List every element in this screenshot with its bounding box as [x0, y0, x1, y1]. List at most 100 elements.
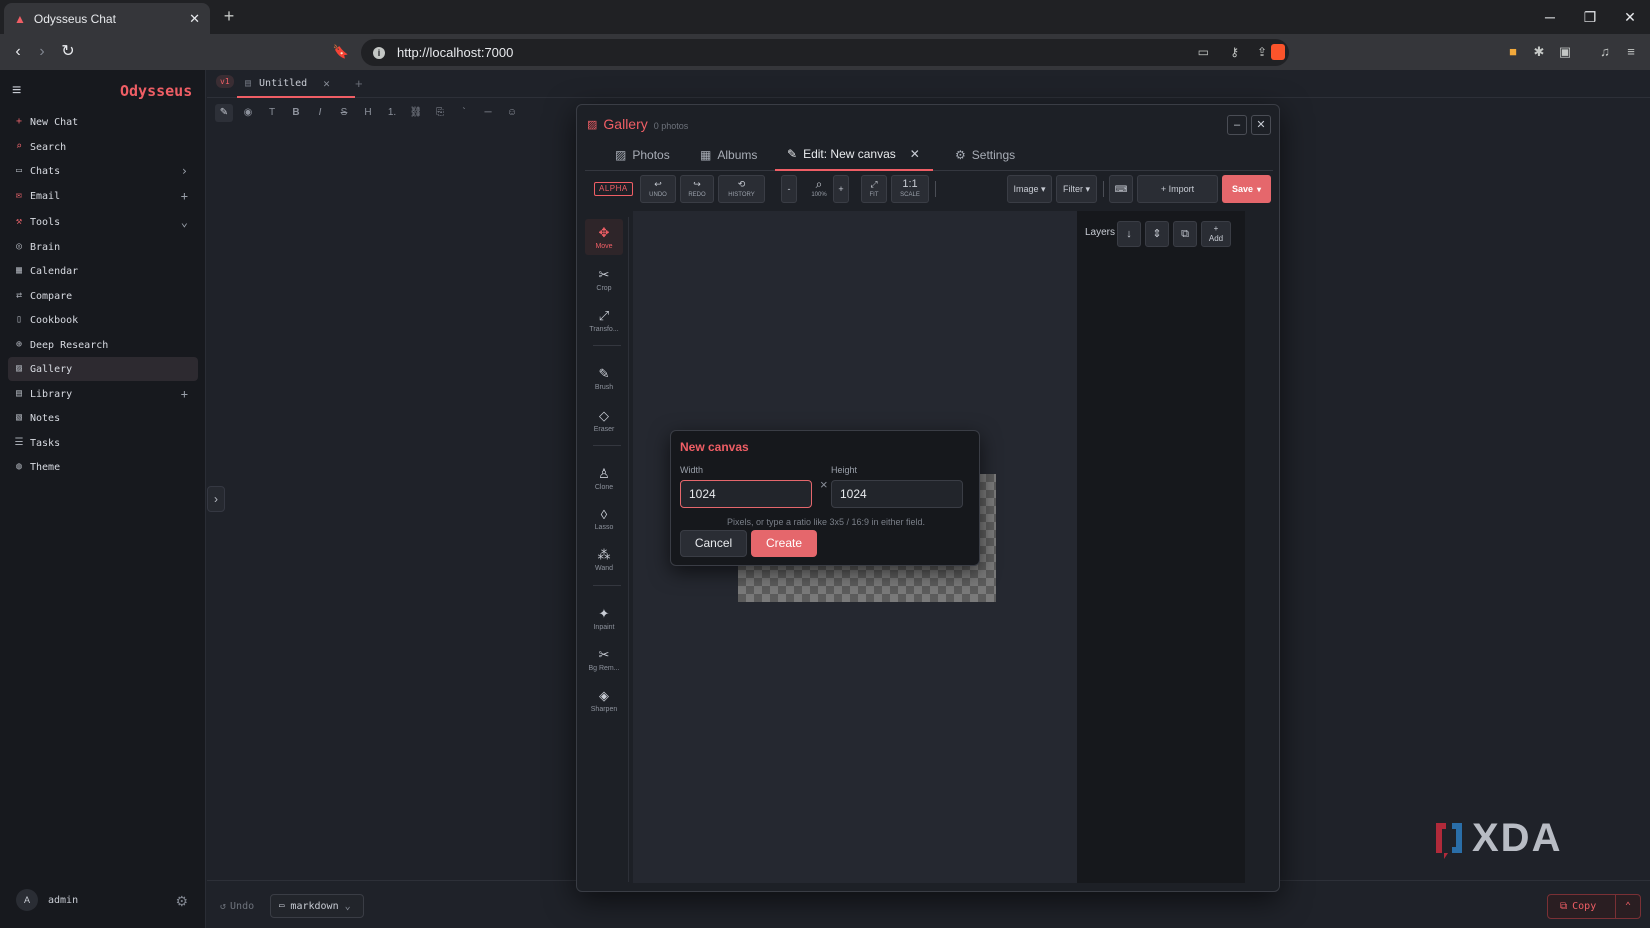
sidebar-item-trail-icon[interactable]: ⌄: [181, 215, 188, 229]
create-button[interactable]: Create: [751, 530, 817, 557]
tool-move[interactable]: ✥ Move: [585, 219, 623, 255]
filter-menu-button[interactable]: Filter ▾: [1056, 175, 1097, 203]
sidebar-item-cookbook[interactable]: ▯ Cookbook: [8, 308, 198, 332]
reload-button[interactable]: ↻: [59, 43, 77, 61]
copy-dropdown-icon[interactable]: ⌃: [1616, 901, 1640, 912]
add-layer-button[interactable]: + Add: [1201, 221, 1231, 247]
maximize-window-button[interactable]: ❐: [1580, 8, 1600, 26]
horizontal-rule-icon[interactable]: ─: [479, 104, 497, 122]
undo-tool-button[interactable]: ↩ UNDO: [640, 175, 676, 203]
import-button[interactable]: + Import: [1137, 175, 1218, 203]
minimize-window-button[interactable]: ─: [1540, 8, 1560, 26]
code-icon[interactable]: `: [455, 104, 473, 122]
close-gallery-button[interactable]: ✕: [1251, 115, 1271, 135]
sidebar-item-compare[interactable]: ⇄ Compare: [8, 284, 198, 308]
mode-select[interactable]: ▭ markdown ⌄: [270, 894, 364, 918]
new-tab-button[interactable]: +: [220, 7, 238, 26]
tool-wand[interactable]: ⁂ Wand: [585, 541, 623, 577]
sidebar-item-brain[interactable]: ◎ Brain: [8, 235, 198, 259]
sidebar-item-tasks[interactable]: ☰ Tasks: [8, 431, 198, 455]
tool-transfo[interactable]: ⤢ Transfo...: [585, 302, 623, 338]
bold-icon[interactable]: B: [287, 104, 305, 122]
share-icon[interactable]: ⇪: [1257, 45, 1267, 59]
copy-button[interactable]: ⧉ Copy ⌃: [1547, 894, 1641, 919]
tab-settings[interactable]: ⚙ Settings: [955, 139, 1015, 171]
tab-photos[interactable]: ▨ Photos: [615, 139, 670, 171]
text-style-icon[interactable]: T: [263, 104, 281, 122]
browser-tab[interactable]: ▲ Odysseus Chat ✕: [4, 3, 210, 34]
extensions-icon[interactable]: ✱: [1530, 43, 1548, 61]
sidebar-item-notes[interactable]: ▧ Notes: [8, 406, 198, 430]
bookmark-icon[interactable]: 🔖: [332, 43, 350, 61]
zoom-in-button[interactable]: +: [833, 175, 849, 203]
strikethrough-icon[interactable]: S: [335, 104, 353, 122]
tool-lasso[interactable]: ◊ Lasso: [585, 501, 623, 537]
history-button[interactable]: ⟲ HISTORY: [718, 175, 765, 203]
tool-inpaint[interactable]: ✦ Inpaint: [585, 600, 623, 636]
tool-bg-rem[interactable]: ✂ Bg Rem...: [585, 641, 623, 677]
document-tab[interactable]: ▤ Untitled ✕: [237, 70, 355, 98]
tab-edit[interactable]: ✎ Edit: New canvas ✕: [775, 139, 933, 171]
site-info-icon[interactable]: i: [373, 46, 385, 59]
emoji-icon[interactable]: ☺: [503, 104, 521, 122]
scale-button[interactable]: 1:1 SCALE: [891, 175, 929, 203]
sidebar-item-trail-icon[interactable]: +: [181, 189, 188, 203]
close-tab-icon[interactable]: ✕: [189, 11, 200, 27]
sidebar-item-search[interactable]: ⌕ Search: [8, 135, 198, 159]
gear-icon[interactable]: ⚙: [175, 893, 188, 910]
merge-layer-icon[interactable]: ⇕: [1145, 221, 1169, 247]
sidebar-item-email[interactable]: ✉ Email +: [8, 184, 198, 208]
cast-icon[interactable]: ▭: [1198, 45, 1209, 59]
image-menu-button[interactable]: Image ▾: [1007, 175, 1052, 203]
menu-icon[interactable]: ≡: [1622, 43, 1640, 61]
italic-icon[interactable]: I: [311, 104, 329, 122]
sidebar-item-trail-icon[interactable]: +: [181, 387, 188, 401]
sidebar-item-deep-research[interactable]: ⊕ Deep Research: [8, 333, 198, 357]
move-layer-down-icon[interactable]: ↓: [1117, 221, 1141, 247]
media-icon[interactable]: ♫: [1596, 43, 1614, 61]
sidebar-item-library[interactable]: ▤ Library +: [8, 382, 198, 406]
add-document-button[interactable]: +: [355, 76, 363, 91]
tool-clone[interactable]: ♙ Clone: [585, 460, 623, 496]
sidebar-item-trail-icon[interactable]: ›: [181, 164, 188, 178]
close-window-button[interactable]: ✕: [1620, 8, 1640, 26]
sidebar-item-tools[interactable]: ⚒ Tools ⌄: [8, 210, 198, 234]
list-icon[interactable]: 1.: [383, 104, 401, 122]
close-edit-tab-icon[interactable]: ✕: [910, 147, 920, 161]
tool-crop[interactable]: ✂ Crop: [585, 261, 623, 297]
save-button[interactable]: Save ▾: [1222, 175, 1271, 203]
minimize-gallery-button[interactable]: –: [1227, 115, 1247, 135]
sidebar-item-calendar[interactable]: ▦ Calendar: [8, 259, 198, 283]
forward-button[interactable]: ›: [33, 43, 51, 61]
tab-albums[interactable]: ▦ Albums: [700, 139, 757, 171]
expand-panel-button[interactable]: ›: [207, 486, 225, 512]
edit-mode-icon[interactable]: ✎: [215, 104, 233, 122]
height-input[interactable]: [831, 480, 963, 508]
redo-button[interactable]: ↪ REDO: [680, 175, 714, 203]
duplicate-layer-icon[interactable]: ⧉: [1173, 221, 1197, 247]
width-input[interactable]: [680, 480, 812, 508]
close-document-icon[interactable]: ✕: [323, 77, 330, 90]
sidebar-toggle-icon[interactable]: ▣: [1556, 43, 1574, 61]
undo-button[interactable]: ↺ Undo: [220, 901, 254, 912]
attachment-icon[interactable]: ⎘: [431, 104, 449, 122]
sidebar-item-gallery[interactable]: ▨ Gallery: [8, 357, 198, 381]
sidebar-item-new-chat[interactable]: + New Chat: [8, 110, 198, 134]
tool-eraser[interactable]: ◇ Eraser: [585, 402, 623, 438]
address-bar[interactable]: i http://localhost:7000 ▭ ⚷ ⇪: [361, 39, 1289, 66]
preview-icon[interactable]: ◉: [239, 104, 257, 122]
sidebar-item-theme[interactable]: ◍ Theme: [8, 455, 198, 479]
brave-shield-icon[interactable]: [1271, 44, 1285, 60]
key-icon[interactable]: ⚷: [1230, 45, 1239, 59]
back-button[interactable]: ‹: [9, 43, 27, 61]
zoom-out-button[interactable]: -: [781, 175, 797, 203]
tool-sharpen[interactable]: ◈ Sharpen: [585, 682, 623, 718]
extension-wallet-icon[interactable]: ■: [1504, 43, 1522, 61]
fit-button[interactable]: ⤢ FIT: [861, 175, 887, 203]
keyboard-icon[interactable]: ⌨: [1109, 175, 1133, 203]
cancel-button[interactable]: Cancel: [680, 530, 747, 557]
tool-brush[interactable]: ✎ Brush: [585, 360, 623, 396]
user-row[interactable]: A admin ⚙: [16, 888, 192, 912]
heading-icon[interactable]: H: [359, 104, 377, 122]
sidebar-item-chats[interactable]: ▭ Chats ›: [8, 159, 198, 183]
